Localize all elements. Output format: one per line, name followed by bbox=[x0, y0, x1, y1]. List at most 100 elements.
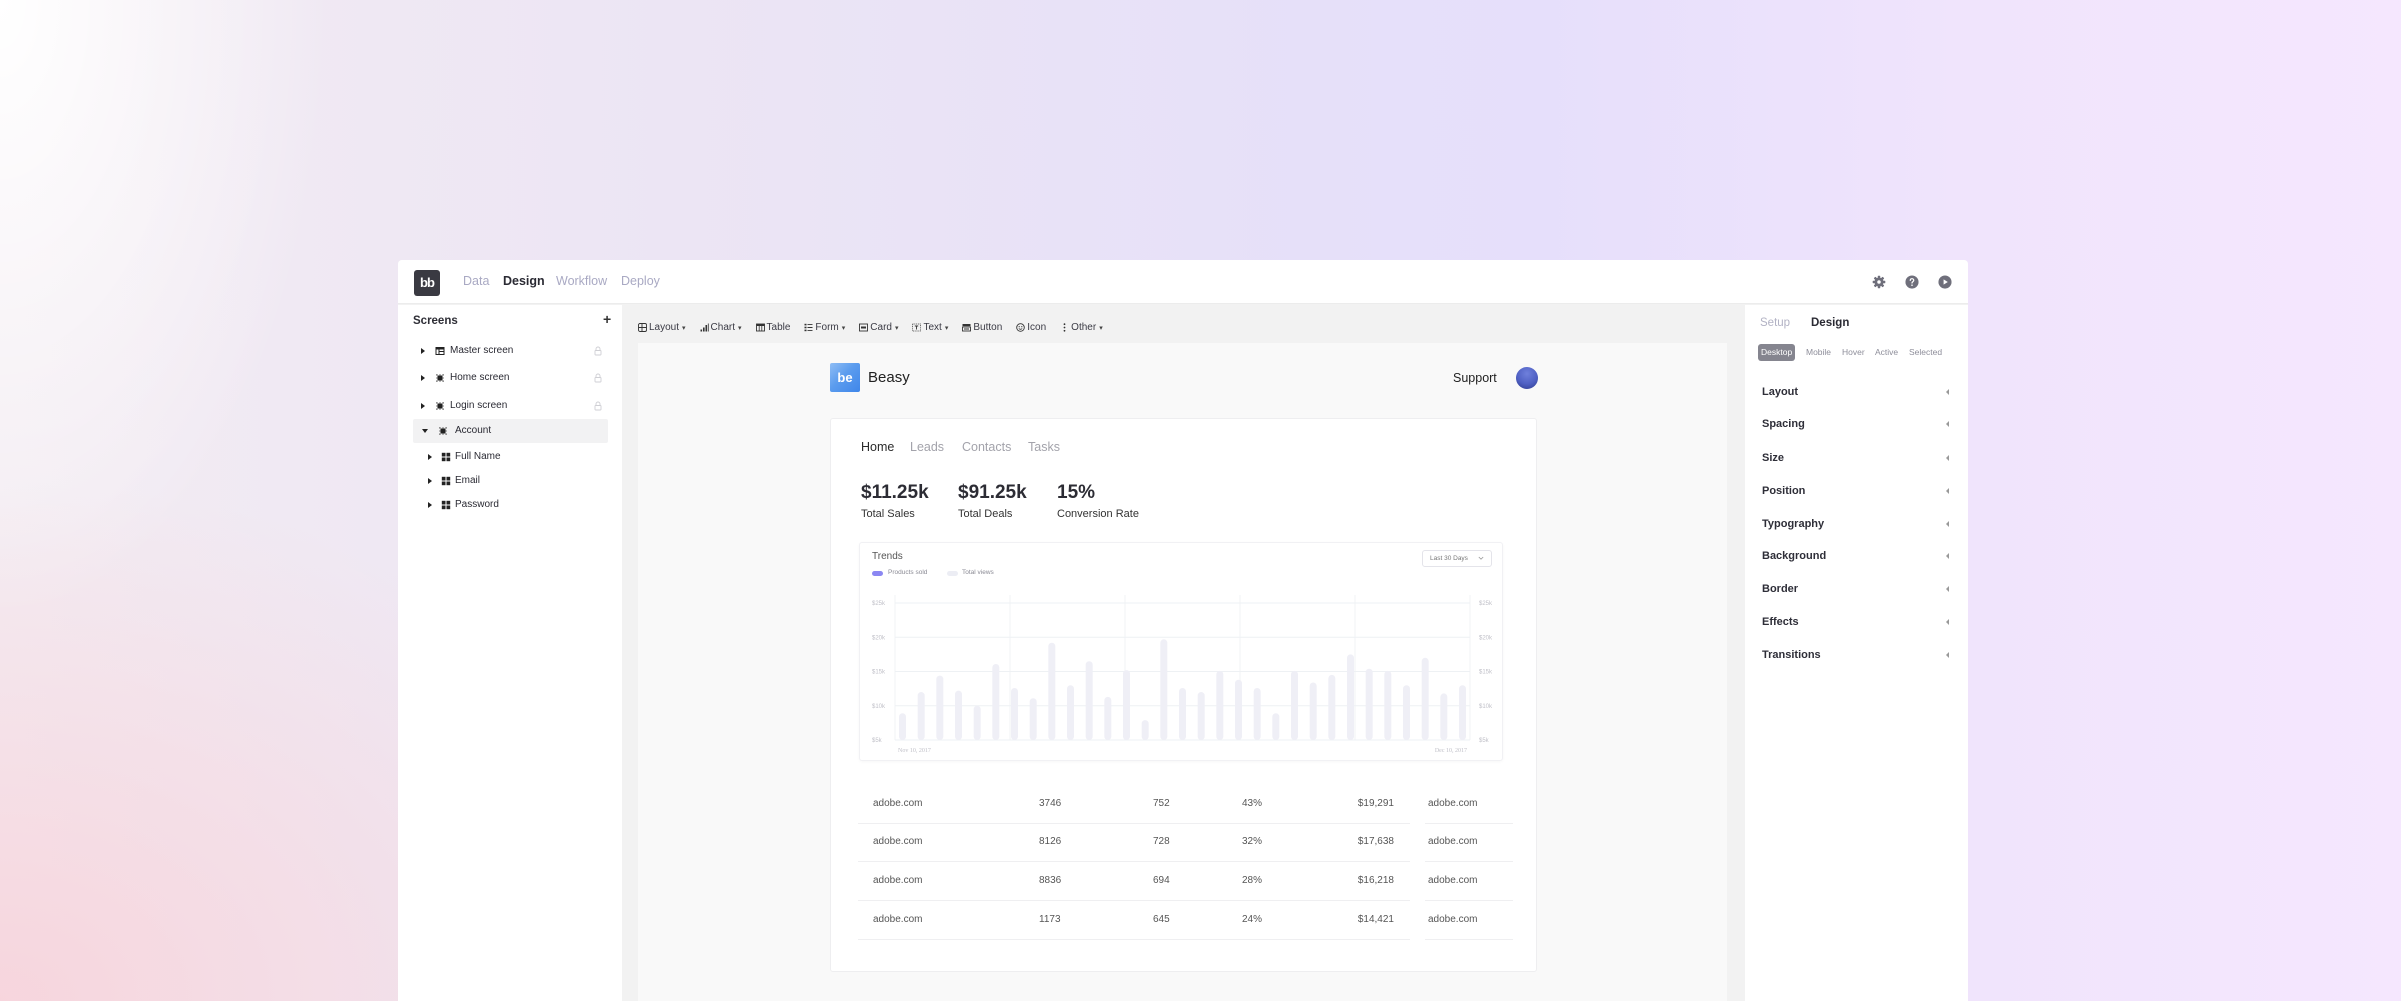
state-selected[interactable]: Selected bbox=[1906, 344, 1945, 361]
tree-item-home-screen[interactable]: Home screen bbox=[398, 368, 622, 388]
play-icon[interactable] bbox=[1938, 275, 1952, 289]
bar bbox=[1197, 692, 1205, 740]
tree-item-full-name[interactable]: Full Name bbox=[398, 447, 622, 467]
toolbar-label: Card bbox=[870, 322, 892, 333]
toolbar-chart[interactable]: Chart ▾ bbox=[700, 322, 742, 333]
cell-count: 728 bbox=[1153, 836, 1170, 847]
caret-left-icon bbox=[1946, 488, 1949, 494]
section-border[interactable]: Border bbox=[1745, 579, 1968, 599]
nav-data[interactable]: Data bbox=[463, 274, 489, 288]
toolbar-table[interactable]: Table bbox=[755, 322, 791, 333]
legend-label-total-views[interactable]: Total views bbox=[962, 569, 994, 576]
state-mobile[interactable]: Mobile bbox=[1803, 344, 1834, 361]
table-row[interactable]: adobe.com 8126 728 32% $17,638 adobe.com bbox=[831, 823, 1538, 862]
toolbar-icon[interactable]: Icon bbox=[1016, 322, 1046, 333]
lock-icon[interactable] bbox=[594, 373, 602, 383]
cell-amount: $16,218 bbox=[1357, 875, 1394, 886]
expand-icon[interactable] bbox=[428, 454, 432, 460]
state-active[interactable]: Active bbox=[1872, 344, 1901, 361]
tree-item-label: Login screen bbox=[450, 400, 508, 411]
tree-item-label: Master screen bbox=[450, 345, 514, 356]
nav-workflow[interactable]: Workflow bbox=[556, 274, 607, 288]
tab-leads[interactable]: Leads bbox=[910, 440, 944, 454]
avatar[interactable] bbox=[1516, 367, 1538, 389]
legend-swatch-products-sold bbox=[872, 571, 883, 576]
tree-item-password[interactable]: Password bbox=[398, 495, 622, 515]
tree-item-account[interactable]: Account bbox=[398, 419, 622, 443]
expand-icon[interactable] bbox=[428, 478, 432, 484]
section-layout[interactable]: Layout bbox=[1745, 382, 1968, 402]
nav-design[interactable]: Design bbox=[503, 274, 545, 288]
stat-total-sales-label: Total Sales bbox=[861, 508, 915, 520]
tree-item-master-screen[interactable]: Master screen bbox=[398, 341, 622, 361]
table-row[interactable]: adobe.com 8836 694 28% $16,218 adobe.com bbox=[831, 862, 1538, 901]
toolbar-label: Button bbox=[973, 322, 1003, 333]
collapse-icon[interactable] bbox=[422, 429, 428, 433]
support-link[interactable]: Support bbox=[1453, 371, 1497, 385]
expand-icon[interactable] bbox=[428, 502, 432, 508]
toolbar-text[interactable]: Text ▾ bbox=[912, 322, 948, 333]
tab-setup[interactable]: Setup bbox=[1760, 317, 1790, 329]
text-icon bbox=[912, 323, 922, 332]
cell-domain: adobe.com bbox=[873, 914, 923, 925]
app-logo[interactable]: bb bbox=[414, 270, 440, 296]
cell-domain-2: adobe.com bbox=[1428, 914, 1478, 925]
state-hover[interactable]: Hover bbox=[1839, 344, 1868, 361]
toolbar-button[interactable]: Button bbox=[962, 322, 1002, 333]
bar bbox=[899, 713, 906, 740]
caret-left-icon bbox=[1946, 586, 1949, 592]
bar bbox=[1253, 687, 1261, 740]
brand-name[interactable]: Beasy bbox=[868, 369, 910, 386]
section-size[interactable]: Size bbox=[1745, 448, 1968, 468]
toolbar-card[interactable]: Card ▾ bbox=[859, 322, 898, 333]
toolbar-layout[interactable]: Layout ▾ bbox=[638, 322, 686, 333]
caret-left-icon bbox=[1946, 421, 1949, 427]
lock-icon[interactable] bbox=[594, 346, 602, 356]
tree-item-label: Account bbox=[455, 425, 492, 436]
date-range-select[interactable]: Last 30 Days bbox=[1422, 550, 1492, 567]
add-screen-button[interactable]: + bbox=[603, 311, 611, 327]
tree-item-login-screen[interactable]: Login screen bbox=[398, 396, 622, 416]
tree-item-email[interactable]: Email bbox=[398, 471, 622, 491]
nav-deploy[interactable]: Deploy bbox=[621, 274, 660, 288]
tab-contacts[interactable]: Contacts bbox=[962, 440, 1011, 454]
caret-down-icon: ▾ bbox=[682, 324, 686, 332]
caret-left-icon bbox=[1946, 521, 1949, 527]
bar bbox=[1104, 696, 1112, 740]
tab-tasks[interactable]: Tasks bbox=[1028, 440, 1060, 454]
brand-logo[interactable]: be bbox=[830, 363, 860, 392]
toolbar-form[interactable]: Form ▾ bbox=[804, 322, 845, 333]
section-position[interactable]: Position bbox=[1745, 481, 1968, 501]
x-tick-label: Nov 10, 2017 bbox=[898, 748, 931, 754]
caret-down-icon: ▾ bbox=[944, 324, 949, 332]
toolbar-label: Layout bbox=[649, 322, 680, 333]
y-tick-label-right: $5k bbox=[1479, 738, 1490, 744]
expand-icon[interactable] bbox=[421, 375, 425, 381]
legend-label-products-sold[interactable]: Products sold bbox=[888, 569, 927, 576]
section-transitions[interactable]: Transitions bbox=[1745, 645, 1968, 665]
table-row[interactable]: adobe.com 1173 645 24% $14,421 adobe.com bbox=[831, 901, 1538, 940]
help-icon[interactable] bbox=[1905, 275, 1919, 289]
toolbar-other[interactable]: Other ▾ bbox=[1060, 322, 1103, 333]
design-canvas[interactable]: be Beasy Support Home Leads Contacts Tas… bbox=[638, 343, 1727, 1001]
tab-design[interactable]: Design bbox=[1811, 317, 1849, 329]
state-desktop[interactable]: Desktop bbox=[1758, 344, 1796, 361]
table-row[interactable]: adobe.com 3746 752 43% $19,291 adobe.com bbox=[831, 785, 1538, 824]
section-spacing[interactable]: Spacing bbox=[1745, 414, 1968, 434]
component-toolbar: Layout ▾ Chart ▾ Table Form ▾ Card ▾ Text ▾ B… bbox=[638, 321, 1103, 334]
bar bbox=[1440, 693, 1448, 740]
button-icon bbox=[962, 324, 972, 332]
cell-percent: 43% bbox=[1242, 798, 1263, 809]
toolbar-label: Table bbox=[766, 322, 791, 333]
expand-icon[interactable] bbox=[421, 348, 425, 354]
cell-count: 694 bbox=[1153, 875, 1170, 886]
expand-icon[interactable] bbox=[421, 403, 425, 409]
screens-panel: Screens + Master screen Home screen Logi… bbox=[398, 305, 622, 1001]
chevron-down-icon bbox=[1478, 556, 1484, 560]
lock-icon[interactable] bbox=[594, 401, 602, 411]
section-background[interactable]: Background bbox=[1745, 546, 1968, 566]
section-effects[interactable]: Effects bbox=[1745, 612, 1968, 632]
tab-home[interactable]: Home bbox=[861, 440, 894, 454]
section-typography[interactable]: Typography bbox=[1745, 514, 1968, 534]
gear-icon[interactable] bbox=[1872, 275, 1886, 289]
